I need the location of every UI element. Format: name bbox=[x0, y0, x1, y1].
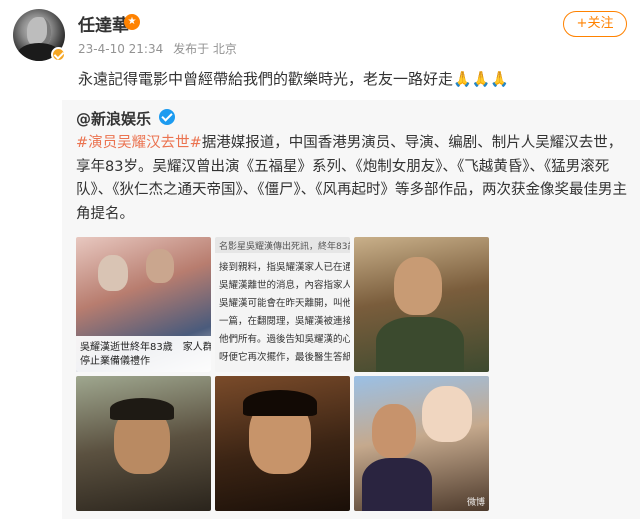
vip-icon[interactable]: ★ bbox=[124, 14, 140, 30]
author-name[interactable]: 任達華 bbox=[78, 11, 129, 36]
watermark: 微博 bbox=[466, 498, 485, 508]
repost-text: #演员吴耀汉去世#据港媒报道，中国香港男演员、导演、编剧、制片人吴耀汉去世，享年… bbox=[76, 132, 632, 226]
photo-baby bbox=[422, 386, 472, 442]
post-date[interactable]: 23-4-10 21:34 bbox=[78, 42, 163, 56]
image-thumbnail-6[interactable]: 微博 bbox=[354, 376, 489, 511]
photo-suit bbox=[362, 458, 432, 511]
post-text: 永遠記得電影中曾經帶給我們的歡樂時光，老友一路好走🙏🙏🙏 bbox=[78, 68, 509, 89]
news-line: 吳耀漢可能會在昨天離開，叫他們 bbox=[219, 298, 350, 309]
caption-strip: 吳耀漢逝世終年83歲 家人群 停止業備儀禮作 bbox=[76, 336, 211, 372]
news-line: 接到親料，指吳耀漢家人已在通 bbox=[219, 262, 350, 273]
photo-figure bbox=[146, 249, 174, 283]
photo-figure bbox=[372, 404, 416, 458]
reposted-content[interactable]: @新浪娱乐 #演员吴耀汉去世#据港媒报道，中国香港男演员、导演、编剧、制片人吴耀… bbox=[62, 100, 640, 519]
news-header: 名影星吳耀漢傳出死訊，終年83歲。 bbox=[215, 237, 350, 253]
photo-hair bbox=[243, 390, 317, 416]
hashtag-link[interactable]: #演员吴耀汉去世# bbox=[76, 135, 202, 151]
post-meta: 23-4-10 21:34 发布于 北京 bbox=[78, 40, 243, 57]
image-thumbnail-5[interactable] bbox=[215, 376, 350, 511]
image-thumbnail-2[interactable]: 名影星吳耀漢傳出死訊，終年83歲。 接到親料，指吳耀漢家人已在通 吳耀漢離世的消… bbox=[215, 237, 350, 372]
image-caption: 停止業備儀禮作 bbox=[80, 356, 150, 367]
post-header: 任達華 ★ 23-4-10 21:34 发布于 北京 +关注 永遠記得電影中曾經… bbox=[0, 0, 640, 100]
news-line: 吳耀漢離世的消息，內容指家人們接 bbox=[219, 280, 350, 291]
verified-badge-icon bbox=[51, 47, 66, 62]
news-line: 他們所有。過後告知吳耀漢的心願停 bbox=[219, 334, 350, 345]
image-caption: 吳耀漢逝世終年83歲 家人群 bbox=[80, 342, 211, 353]
news-line: 呀便它再次擺作，最後醫生答紙確認 bbox=[219, 352, 350, 363]
pray-emoji: 🙏🙏🙏 bbox=[453, 70, 510, 88]
repost-author[interactable]: @新浪娱乐 bbox=[76, 108, 151, 129]
image-thumbnail-1[interactable]: 吳耀漢逝世終年83歲 家人群 停止業備儀禮作 bbox=[76, 237, 211, 372]
photo-jacket bbox=[376, 317, 464, 372]
blue-verified-icon bbox=[159, 109, 175, 125]
photo-figure bbox=[98, 255, 128, 291]
image-thumbnail-4[interactable] bbox=[76, 376, 211, 511]
follow-button[interactable]: +关注 bbox=[563, 11, 627, 37]
photo-figure bbox=[394, 257, 442, 315]
news-line: 一篇，在翻閱理，吳耀漢被連接許到 bbox=[219, 316, 350, 327]
image-thumbnail-3[interactable] bbox=[354, 237, 489, 372]
image-grid: 吳耀漢逝世終年83歲 家人群 停止業備儀禮作 名影星吳耀漢傳出死訊，終年83歲。… bbox=[76, 237, 489, 512]
post-text-body: 永遠記得電影中曾經帶給我們的歡樂時光，老友一路好走 bbox=[78, 70, 454, 88]
post-source: 发布于 北京 bbox=[173, 42, 237, 56]
news-title: 名影星吳耀漢傳出死訊，終年83歲。 bbox=[219, 242, 350, 252]
photo-hair bbox=[110, 398, 174, 420]
